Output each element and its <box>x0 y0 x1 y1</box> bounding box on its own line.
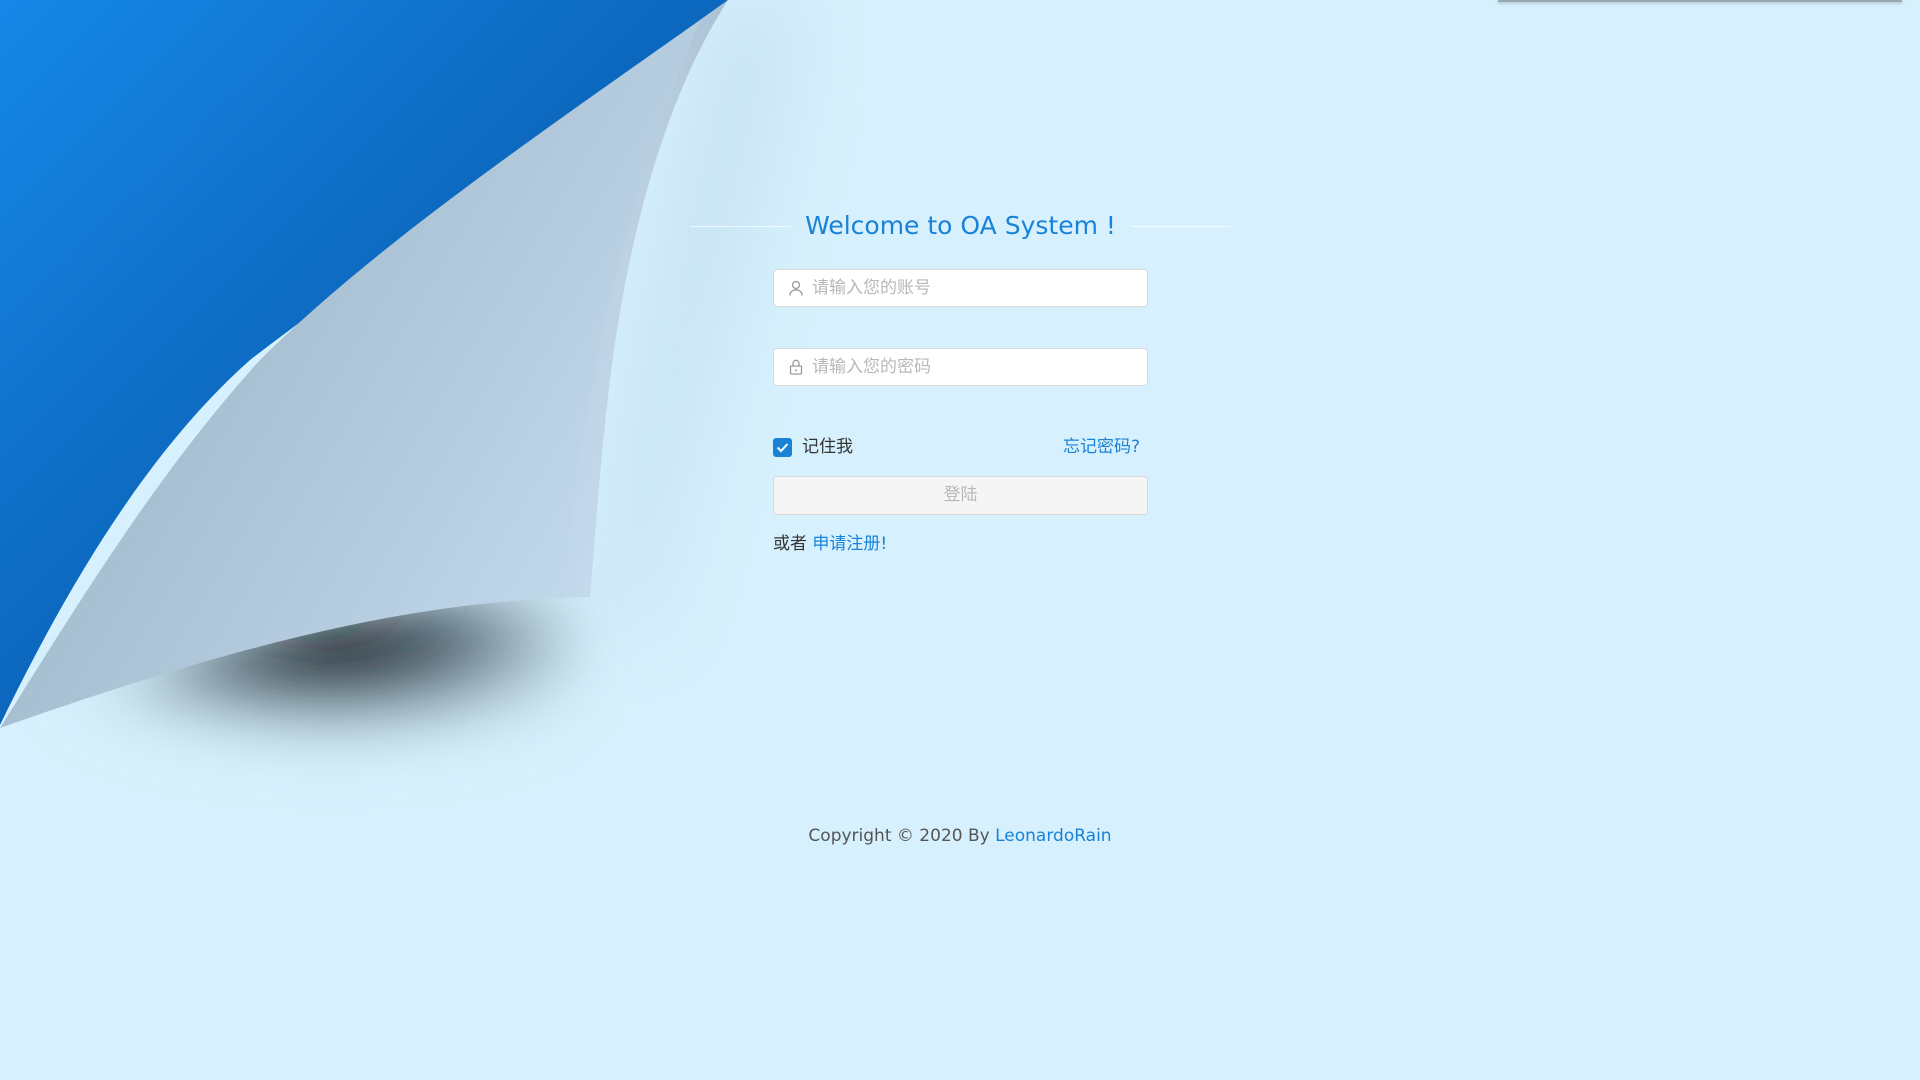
author-link[interactable]: LeonardoRain <box>995 826 1111 846</box>
page-title: Welcome to OA System ! <box>805 211 1116 240</box>
username-field[interactable] <box>773 269 1148 307</box>
register-suffix: ! <box>880 534 888 554</box>
title-divider-right <box>1131 226 1231 227</box>
title-divider-left <box>690 226 790 227</box>
login-button[interactable]: 登陆 <box>773 476 1148 515</box>
register-link[interactable]: 申请注册 <box>812 534 880 554</box>
copyright-symbol: © <box>896 826 914 846</box>
username-input[interactable] <box>812 270 1132 306</box>
title-row: Welcome to OA System ! <box>690 208 1231 244</box>
user-icon <box>788 280 804 296</box>
options-row: 记住我 忘记密码? <box>773 436 1148 458</box>
register-row: 或者 申请注册! <box>773 533 1148 555</box>
footer-prefix: Copyright <box>808 826 897 846</box>
top-edge-strip <box>1498 0 1902 2</box>
footer-year: 2020 By <box>913 826 996 846</box>
lock-icon <box>788 359 804 375</box>
check-icon <box>776 443 789 453</box>
remember-me-checkbox[interactable] <box>773 438 792 457</box>
forgot-password-link[interactable]: 忘记密码? <box>1063 436 1140 458</box>
register-prefix: 或者 <box>773 534 813 554</box>
password-input[interactable] <box>812 349 1132 385</box>
password-field[interactable] <box>773 348 1148 386</box>
footer: Copyright © 2020 By LeonardoRain <box>0 826 1920 846</box>
login-form: Welcome to OA System ! 记住我 忘记密 <box>690 208 1231 555</box>
remember-me-label[interactable]: 记住我 <box>802 436 853 458</box>
